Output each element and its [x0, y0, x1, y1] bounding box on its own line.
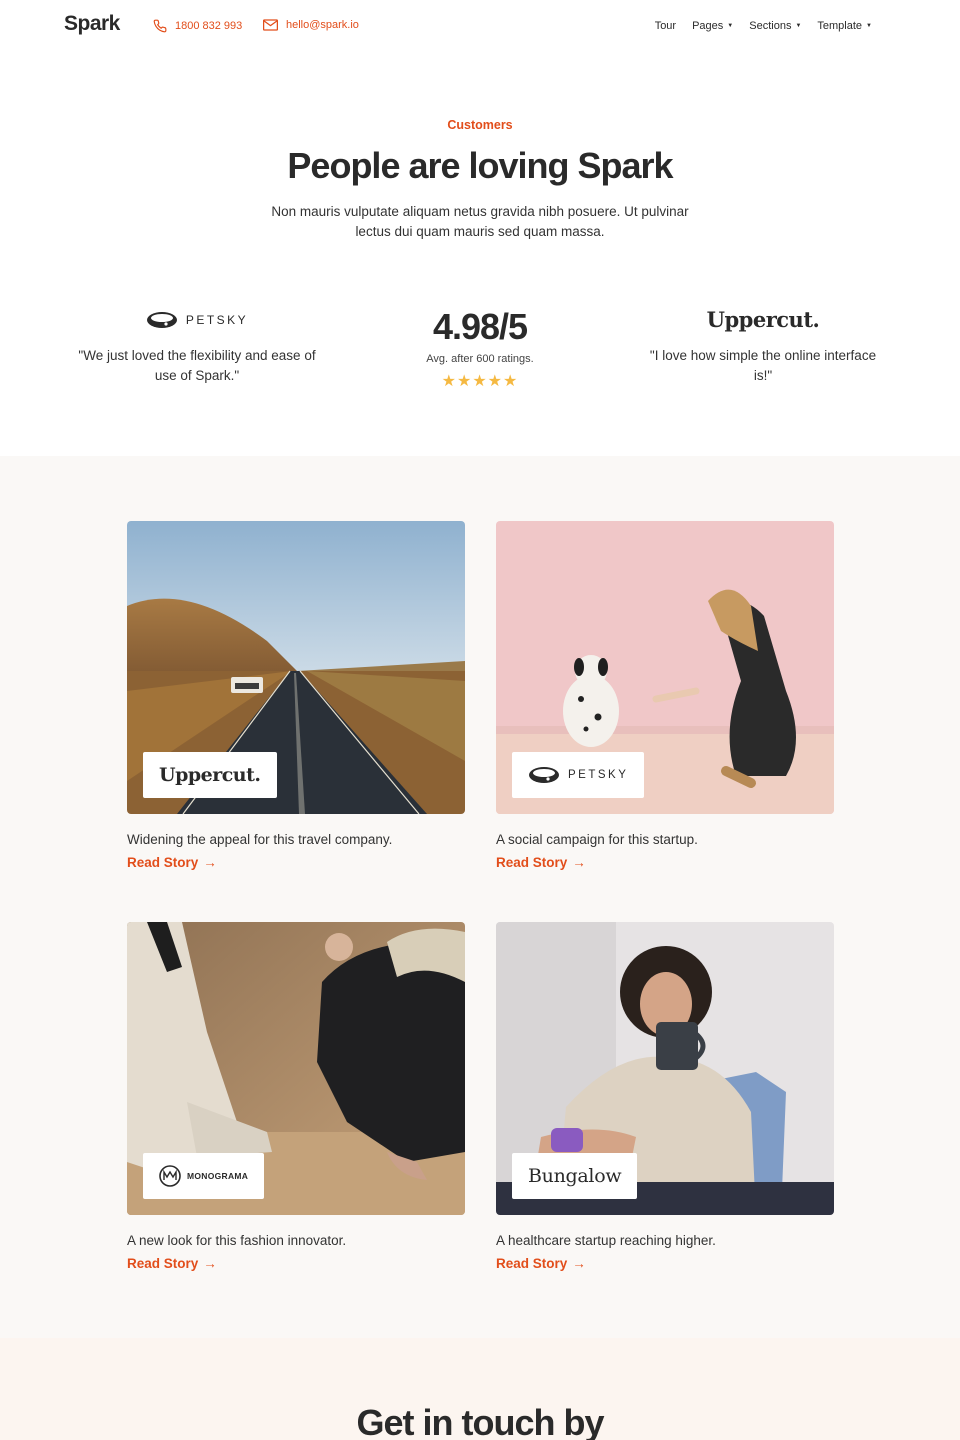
read-story-link[interactable]: Read Story →	[496, 1256, 586, 1271]
nav-item-label: Pages	[692, 20, 724, 32]
nav-item-label: Template	[817, 20, 863, 32]
nav-item-label: Sections	[749, 20, 792, 32]
site-header: Spark 1800 832 993 hello@spark.io Tour P…	[0, 0, 960, 56]
story-description: A healthcare startup reaching higher.	[496, 1233, 716, 1248]
brand-badge-uppercut: Uppercut.	[143, 752, 277, 798]
read-story-link[interactable]: Read Story →	[496, 855, 586, 870]
email-link[interactable]: hello@spark.io	[263, 19, 359, 31]
nav-item-tour[interactable]: Tour	[655, 20, 676, 32]
page-title: People are loving Spark	[287, 145, 673, 186]
rating-summary: 4.98/5 Avg. after 600 ratings. ★★★★★	[380, 303, 580, 391]
testimonial-uppercut: Uppercut. "I love how simple the online …	[643, 300, 883, 386]
mail-icon	[263, 19, 278, 31]
nav-item-label: Tour	[654, 20, 677, 32]
brand-badge-label: MONOGRAMA	[187, 1171, 249, 1181]
contact-section: Get in touch by	[0, 1338, 960, 1440]
read-story-label: Read Story	[127, 855, 199, 870]
story-card: MONOGRAMA A new look for this fashion in…	[127, 922, 465, 1273]
rating-value: 4.98/5	[432, 306, 528, 347]
main-nav: Tour Pages ▼ Sections ▼ Template ▼	[655, 20, 872, 32]
collar-logo-icon	[146, 312, 177, 328]
story-image-road[interactable]: Uppercut.	[127, 521, 465, 814]
story-description: A social campaign for this startup.	[496, 832, 698, 847]
read-story-link[interactable]: Read Story →	[127, 1256, 217, 1271]
star-icon: ★	[487, 373, 504, 390]
brand-badge-petsky: PETSKY	[512, 752, 645, 798]
read-story-label: Read Story	[127, 1256, 199, 1271]
story-image-dog[interactable]: PETSKY	[496, 521, 834, 814]
petsky-logo: PETSKY	[77, 300, 317, 340]
nav-item-sections[interactable]: Sections ▼	[749, 20, 801, 32]
story-card: Bungalow A healthcare startup reaching h…	[496, 922, 834, 1273]
phone-icon	[153, 19, 167, 33]
contact-title: Get in touch by	[356, 1402, 604, 1440]
story-image-fashion[interactable]: MONOGRAMA	[127, 922, 465, 1215]
read-story-label: Read Story	[496, 1256, 568, 1271]
testimonial-quote: "I love how simple the online interface …	[649, 348, 877, 383]
story-description: Widening the appeal for this travel comp…	[127, 832, 393, 847]
rating-caption: Avg. after 600 ratings.	[426, 353, 534, 365]
story-card: Uppercut. Widening the appeal for this t…	[127, 521, 465, 872]
star-icon: ★	[441, 373, 457, 390]
read-story-link[interactable]: Read Story →	[127, 855, 217, 870]
nav-item-pages[interactable]: Pages ▼	[692, 20, 733, 32]
brand-badge-label: Bungalow	[528, 1165, 622, 1187]
petsky-wordmark: PETSKY	[185, 313, 249, 327]
stories-section: Uppercut. Widening the appeal for this t…	[0, 456, 960, 1338]
monogram-logo-icon	[159, 1165, 181, 1187]
arrow-right-icon: →	[203, 1256, 217, 1271]
nav-item-template[interactable]: Template ▼	[817, 20, 872, 32]
brand-badge-label: Uppercut.	[159, 764, 261, 786]
caret-down-icon: ▼	[795, 23, 802, 29]
story-description: A new look for this fashion innovator.	[127, 1233, 347, 1248]
section-eyebrow: Customers	[447, 118, 513, 132]
email-address: hello@spark.io	[286, 19, 359, 31]
caret-down-icon: ▼	[727, 23, 734, 29]
testimonial-quote: "We just loved the flexibility and ease …	[78, 348, 316, 383]
brand-badge-label: PETSKY	[568, 769, 629, 781]
uppercut-logo: Uppercut.	[706, 307, 820, 332]
arrow-right-icon: →	[203, 855, 217, 870]
story-image-healthcare[interactable]: Bungalow	[496, 922, 834, 1215]
phone-number: 1800 832 993	[175, 20, 243, 32]
phone-link[interactable]: 1800 832 993	[153, 19, 242, 33]
story-card: PETSKY A social campaign for this startu…	[496, 521, 834, 872]
brand-badge-bungalow: Bungalow	[512, 1153, 638, 1199]
star-icon: ★	[503, 373, 519, 390]
star-rating: ★★★★★	[380, 371, 580, 391]
star-icon: ★	[456, 373, 473, 390]
collar-logo-icon	[529, 767, 559, 783]
star-icon: ★	[472, 373, 488, 390]
read-story-label: Read Story	[496, 855, 568, 870]
arrow-right-icon: →	[572, 1256, 586, 1271]
testimonial-petsky: PETSKY "We just loved the flexibility an…	[77, 300, 317, 386]
brand-badge-monograma: MONOGRAMA	[143, 1153, 265, 1199]
arrow-right-icon: →	[572, 855, 586, 870]
caret-down-icon: ▼	[866, 23, 872, 29]
site-logo[interactable]: Spark	[64, 12, 120, 36]
section-lede: Non mauris vulputate aliquam netus gravi…	[271, 204, 689, 239]
